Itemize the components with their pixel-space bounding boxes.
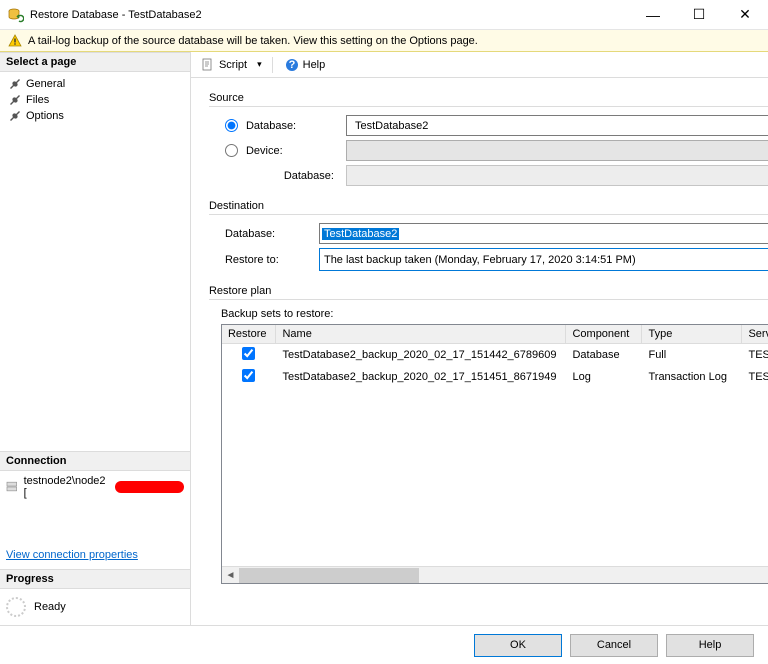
close-window-button[interactable]: ✕ [722,0,768,29]
script-dropdown[interactable]: ▾ [255,57,264,72]
destination-database-combo[interactable]: TestDatabase2 ▾ [319,223,768,244]
connection-header: Connection [0,451,190,471]
scroll-left-arrow[interactable]: ◄ [222,567,239,584]
ok-button[interactable]: OK [474,634,562,657]
destination-database-label: Database: [225,228,311,240]
table-row[interactable]: TestDatabase2_backup_2020_02_17_151451_8… [222,366,768,388]
col-name[interactable]: Name [276,325,566,344]
svg-text:?: ? [288,59,295,71]
connection-value-row: testnode2\node2 [ [0,471,190,503]
source-device-label: Device: [246,145,338,157]
page-files[interactable]: Files [0,92,190,108]
maximize-button[interactable]: ☐ [676,0,722,29]
horizontal-scrollbar[interactable]: ◄ ► [222,566,768,583]
info-bar-text: A tail-log backup of the source database… [28,35,478,47]
destination-group: Destination Database: TestDatabase2 ▾ Re… [209,200,768,275]
help-button[interactable]: Help [666,634,754,657]
scroll-thumb[interactable] [239,568,419,583]
restore-db-icon [8,7,24,23]
restore-to-field[interactable]: The last backup taken (Monday, February … [319,248,768,271]
view-connection-properties-link[interactable]: View connection properties [0,543,144,567]
source-device-radio[interactable] [225,144,238,157]
script-button[interactable]: Script [197,56,251,74]
page-options[interactable]: Options [0,108,190,124]
progress-header: Progress [0,569,190,589]
progress-status: Ready [34,601,66,613]
select-page-header: Select a page [0,52,190,72]
source-device-path [346,140,768,161]
source-group: Source Database: TestDatabase2 Device: .… [209,92,768,190]
titlebar: Restore Database - TestDatabase2 — ☐ ✕ [0,0,768,30]
restore-checkbox[interactable] [242,369,255,382]
source-database-label: Database: [246,120,338,132]
restore-checkbox[interactable] [242,347,255,360]
table-row[interactable]: TestDatabase2_backup_2020_02_17_151442_6… [222,344,768,367]
wrench-icon [10,111,20,121]
server-icon [6,481,18,493]
warning-icon [8,34,22,48]
minimize-button[interactable]: — [630,0,676,29]
restore-plan-subtitle: Backup sets to restore: [221,308,768,320]
script-icon [201,58,215,72]
info-bar: A tail-log backup of the source database… [0,30,768,52]
col-type[interactable]: Type [642,325,742,344]
col-component[interactable]: Component [566,325,642,344]
chevron-down-icon: ▾ [257,59,262,70]
window-title: Restore Database - TestDatabase2 [30,9,630,21]
cancel-button[interactable]: Cancel [570,634,658,657]
redacted-mark [115,481,184,493]
progress-row: Ready [0,589,190,625]
restore-to-label: Restore to: [225,254,311,266]
dialog-button-bar: OK Cancel Help [0,625,768,664]
content-panel: Script ▾ ? Help Source Database: [191,52,768,625]
source-device-db-label: Database: [246,170,338,182]
restore-plan-group: Restore plan Backup sets to restore: Res… [209,285,768,584]
source-device-db-select [346,165,768,186]
progress-spinner-idle [6,597,26,617]
source-database-select[interactable]: TestDatabase2 [346,115,768,136]
wrench-icon [10,95,20,105]
help-icon: ? [285,58,299,72]
wrench-icon [10,79,20,89]
col-server[interactable]: Server [742,325,768,344]
source-database-radio[interactable] [225,119,238,132]
col-restore[interactable]: Restore [222,325,276,344]
left-nav-panel: Select a page General Files Options Conn… [0,52,191,625]
help-toolbar-button[interactable]: ? Help [281,56,330,74]
backup-sets-grid[interactable]: Restore Name Component Type Server TestD… [221,324,768,584]
page-general[interactable]: General [0,76,190,92]
